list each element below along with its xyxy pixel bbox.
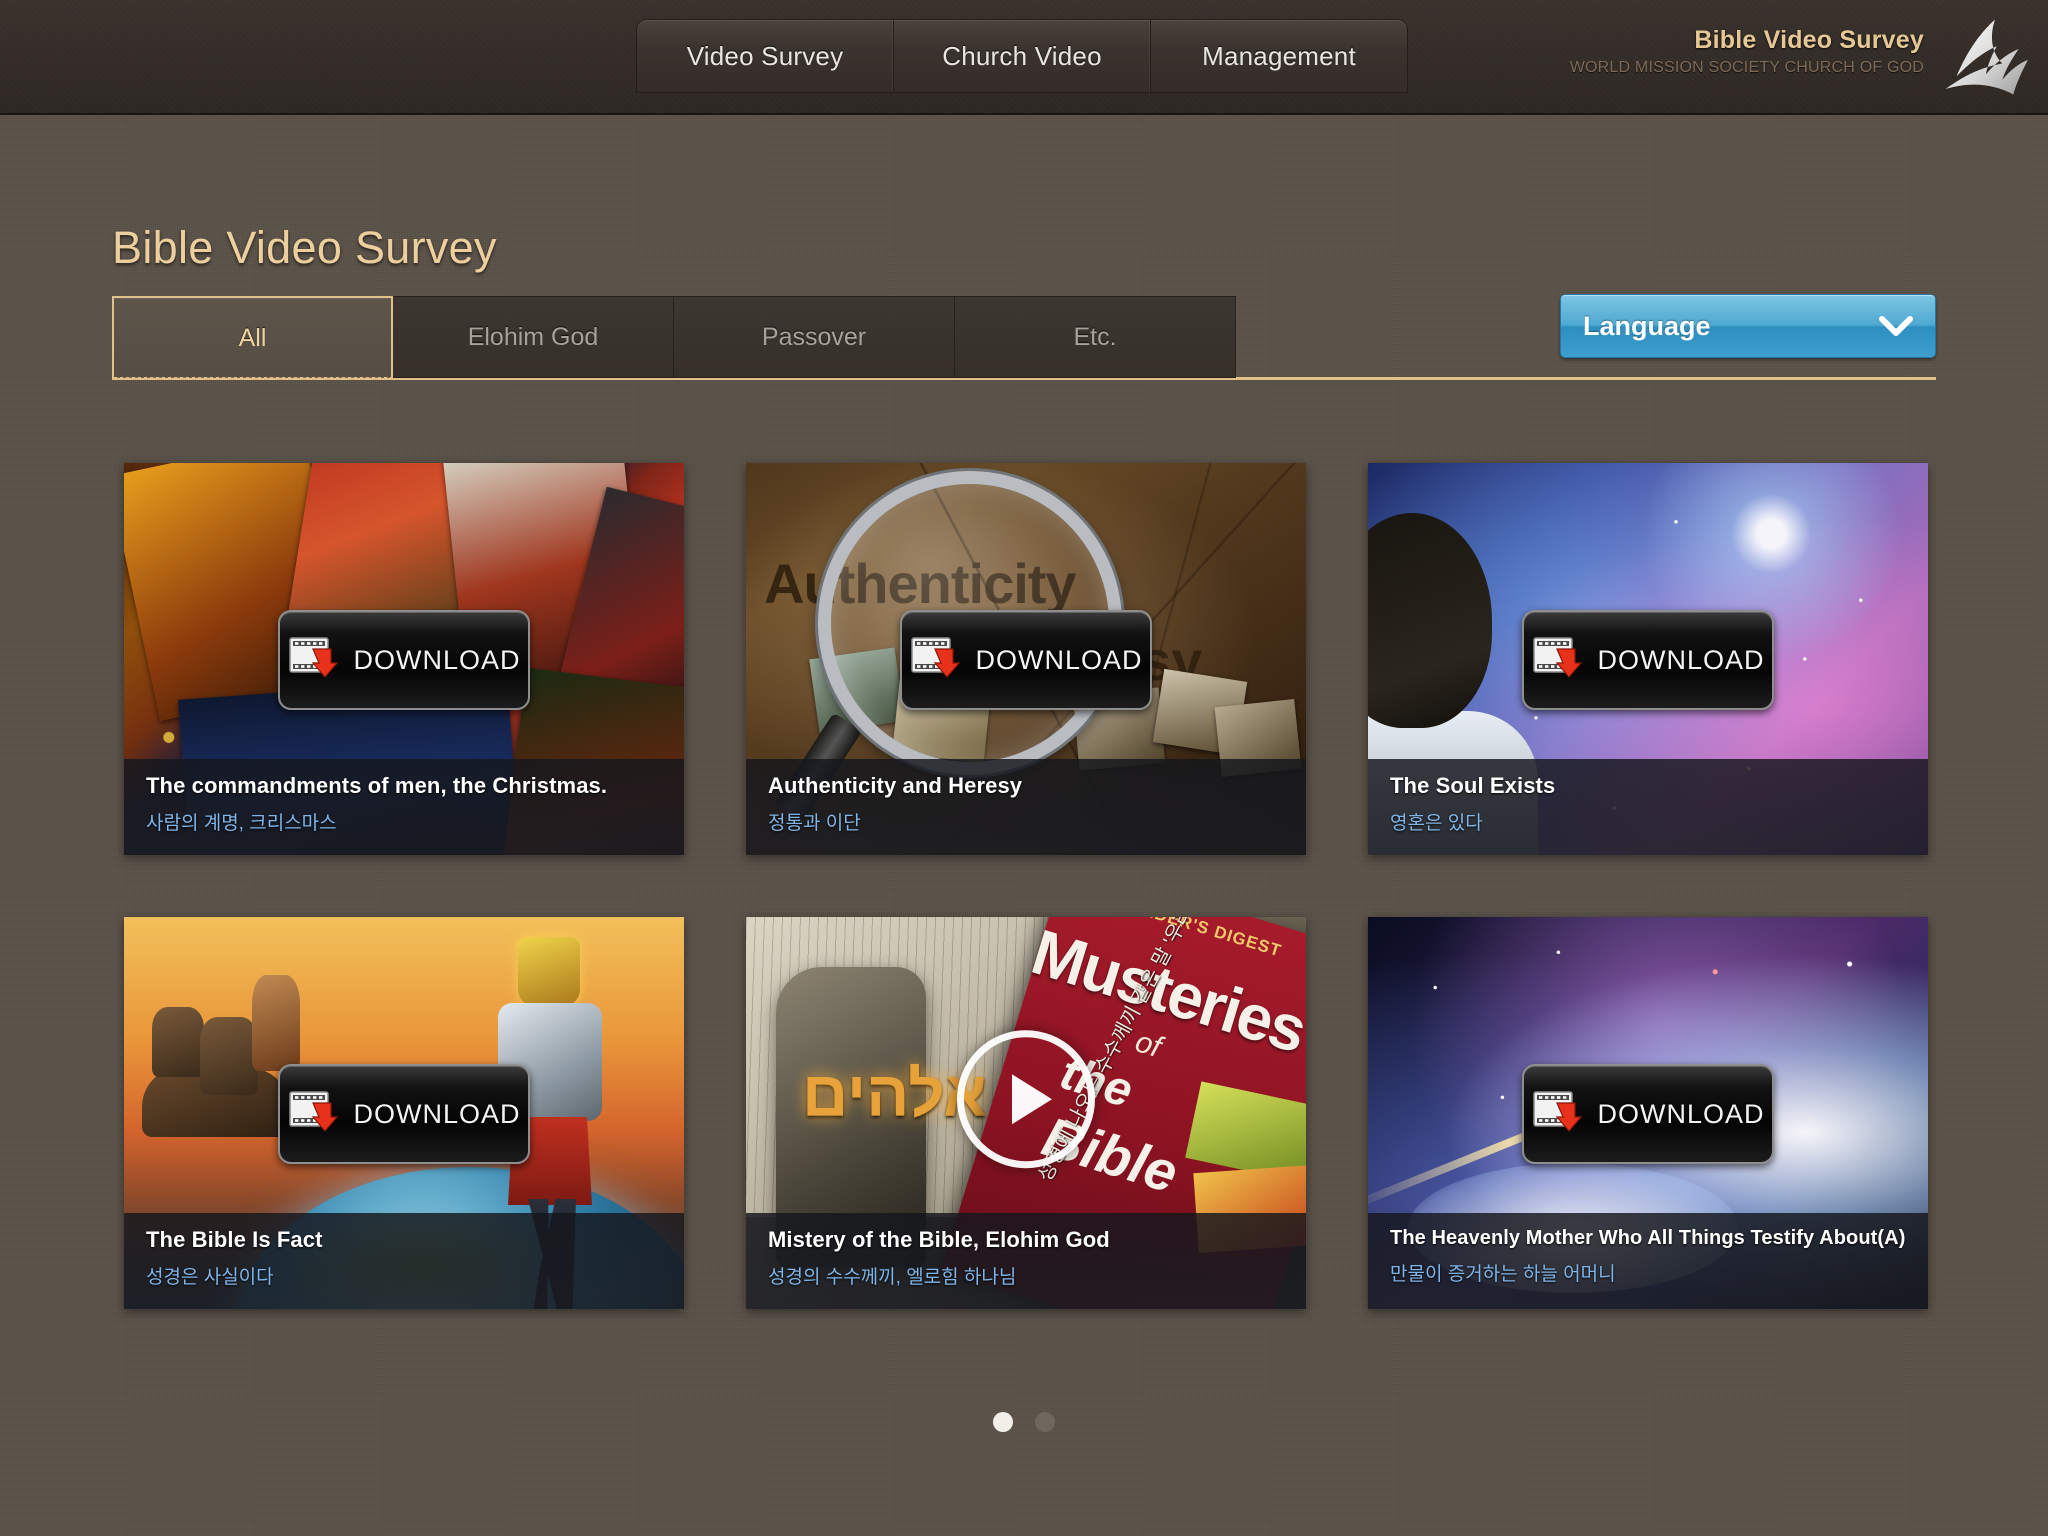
download-button-label: DOWNLOAD: [353, 644, 521, 675]
nav-tab-management[interactable]: Management: [1151, 20, 1407, 92]
category-tab-all-label: All: [238, 323, 267, 352]
nav-tab-church-video-label: Church Video: [942, 40, 1102, 71]
video-card[interactable]: DOWNLOAD The Soul Exists 영혼은 있다: [1368, 463, 1928, 855]
video-card[interactable]: Authenticity eresy: [746, 463, 1306, 855]
category-tab-elohim-god-label: Elohim God: [467, 322, 599, 351]
language-dropdown[interactable]: Language: [1560, 294, 1936, 358]
category-tab-passover[interactable]: Passover: [674, 296, 955, 378]
category-active-indicator: [114, 377, 391, 380]
brand-subtitle: WORLD MISSION SOCIETY CHURCH OF GOD: [1569, 59, 1924, 76]
category-tab-elohim-god[interactable]: Elohim God: [393, 296, 674, 378]
chevron-down-icon: [1879, 316, 1913, 336]
card-title: The Bible Is Fact: [146, 1227, 323, 1252]
play-button[interactable]: [957, 1030, 1095, 1169]
language-dropdown-label: Language: [1583, 310, 1711, 341]
download-button[interactable]: DOWNLOAD: [1522, 610, 1774, 710]
card-title: The commandments of men, the Christmas.: [146, 773, 608, 798]
top-header-bar: Video Survey Church Video Management Bib…: [0, 0, 2048, 115]
category-tab-etc-label: Etc.: [1073, 322, 1117, 351]
download-button[interactable]: DOWNLOAD: [1522, 1064, 1774, 1164]
pagination-dots: [0, 1412, 2048, 1432]
pagination-dot-1[interactable]: [993, 1412, 1013, 1432]
brand-text: Bible Video Survey WORLD MISSION SOCIETY…: [1570, 16, 1924, 77]
brand-title: Bible Video Survey: [1694, 26, 1924, 54]
nav-tab-management-label: Management: [1202, 40, 1356, 71]
page-title: Bible Video Survey: [112, 222, 497, 273]
brand-logo-block[interactable]: Bible Video Survey WORLD MISSION SOCIETY…: [1570, 16, 2030, 100]
download-button[interactable]: DOWNLOAD: [900, 610, 1152, 710]
video-card[interactable]: DOWNLOAD The Heavenly Mother Who All Thi…: [1368, 917, 1928, 1309]
video-card[interactable]: DOWNLOAD The Bible Is Fact 성경은 사실이다: [124, 917, 684, 1309]
film-download-icon: [1533, 637, 1583, 678]
film-download-icon: [289, 1091, 339, 1132]
film-download-icon: [289, 637, 339, 678]
video-card[interactable]: אלהים READER'S DIGEST Musteries of the B…: [746, 917, 1306, 1309]
card-caption: The Bible Is Fact 성경은 사실이다: [124, 1213, 684, 1309]
download-button-label: DOWNLOAD: [975, 644, 1143, 675]
nav-tab-video-survey-label: Video Survey: [686, 40, 844, 71]
category-tab-passover-label: Passover: [761, 322, 867, 351]
download-button-label: DOWNLOAD: [1597, 1098, 1765, 1129]
download-button[interactable]: DOWNLOAD: [278, 610, 530, 710]
category-tab-etc[interactable]: Etc.: [955, 296, 1236, 378]
video-card[interactable]: DOWNLOAD The commandments of men, the Ch…: [124, 463, 684, 855]
category-tab-all[interactable]: All: [112, 296, 393, 378]
card-title: The Soul Exists: [1390, 773, 1556, 798]
church-of-god-logo-icon: [1945, 19, 2028, 95]
film-download-icon: [911, 637, 961, 678]
card-caption: The commandments of men, the Christmas. …: [124, 759, 684, 855]
card-subtitle: 사람의 계명, 크리스마스: [146, 813, 337, 834]
card-title: Authenticity and Heresy: [768, 773, 1023, 798]
card-subtitle: 만물이 증거하는 하늘 어머니: [1390, 1264, 1616, 1285]
pagination-dot-2[interactable]: [1035, 1412, 1055, 1432]
card-caption: Mistery of the Bible, Elohim God 성경의 수수께…: [746, 1213, 1306, 1309]
category-tabs: All Elohim God Passover Etc.: [112, 296, 1236, 378]
card-caption: Authenticity and Heresy 정통과 이단: [746, 759, 1306, 855]
primary-navigation: Video Survey Church Video Management: [637, 20, 1407, 92]
card-title: The Heavenly Mother Who All Things Testi…: [1390, 1227, 1906, 1249]
card-subtitle: 영혼은 있다: [1390, 813, 1483, 834]
card-subtitle: 성경의 수수께끼, 엘로힘 하나님: [768, 1267, 1017, 1288]
video-card-grid: DOWNLOAD The commandments of men, the Ch…: [124, 463, 1928, 1309]
card-caption: The Soul Exists 영혼은 있다: [1368, 759, 1928, 855]
nav-tab-church-video[interactable]: Church Video: [894, 20, 1151, 92]
film-download-icon: [1533, 1091, 1583, 1132]
play-circle-icon: [1012, 1074, 1052, 1125]
card-caption: The Heavenly Mother Who All Things Testi…: [1368, 1213, 1928, 1309]
nav-tab-video-survey[interactable]: Video Survey: [637, 20, 894, 92]
download-button-label: DOWNLOAD: [1597, 644, 1765, 675]
card-title: Mistery of the Bible, Elohim God: [768, 1227, 1110, 1252]
download-button-label: DOWNLOAD: [353, 1098, 521, 1129]
card-subtitle: 성경은 사실이다: [146, 1267, 274, 1288]
download-button[interactable]: DOWNLOAD: [278, 1064, 530, 1164]
card-subtitle: 정통과 이단: [768, 813, 861, 834]
